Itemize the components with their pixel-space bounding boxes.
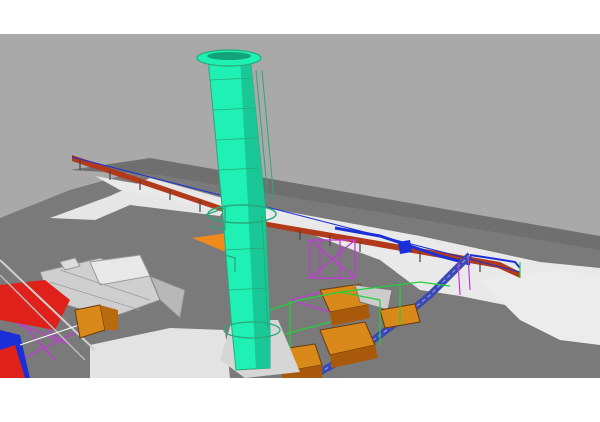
bottom-margin <box>0 378 600 422</box>
top-margin <box>0 0 600 34</box>
model-viewport[interactable] <box>0 0 600 422</box>
scene-canvas[interactable] <box>0 0 600 422</box>
